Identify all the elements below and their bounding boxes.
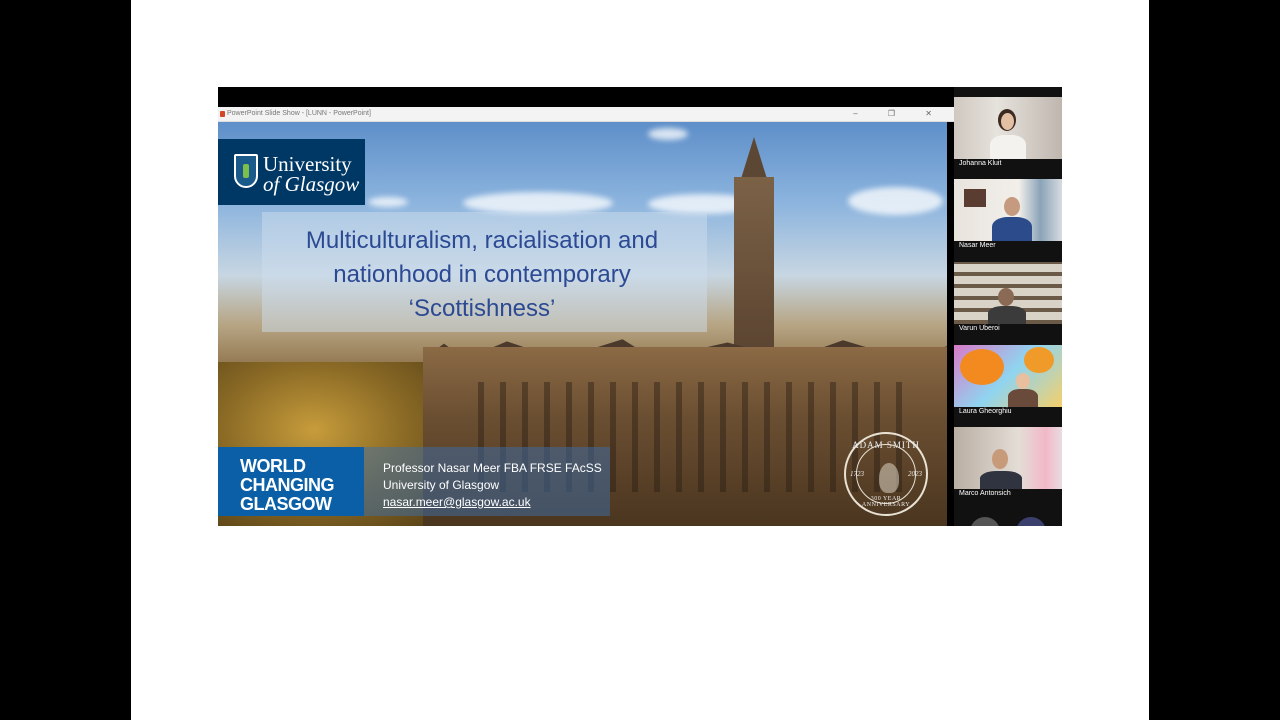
participant-name: Varun Uberoi xyxy=(959,325,1000,332)
banner-text: WORLD CHANGING GLASGOW xyxy=(240,457,360,514)
participant-video xyxy=(954,345,1062,407)
banner-line3: GLASGOW xyxy=(240,494,332,514)
participant-tile[interactable]: Marco Antonsich xyxy=(954,427,1062,509)
speaker-name: Professor Nasar Meer FBA FRSE FAcSS xyxy=(383,461,602,475)
balloon-decoration xyxy=(960,349,1004,385)
cloud xyxy=(848,187,943,215)
portrait-icon xyxy=(879,463,899,493)
seal-bottom-text: 300 YEAR ANNIVERSARY xyxy=(861,496,911,508)
participant-video xyxy=(954,179,1062,241)
wall-picture xyxy=(964,189,986,207)
seal-year-right: 2023 xyxy=(908,470,922,478)
participant-tile[interactable]: Varun Uberoi xyxy=(954,262,1062,344)
gallery-scroll-control[interactable] xyxy=(970,517,1000,526)
person-body xyxy=(1008,389,1038,407)
person-face xyxy=(1004,197,1020,216)
person-body xyxy=(992,217,1032,241)
person-body xyxy=(988,306,1026,324)
balloon-decoration xyxy=(1024,347,1054,373)
person-face xyxy=(1016,373,1030,389)
participant-video xyxy=(954,97,1062,159)
participant-name: Marco Antonsich xyxy=(959,490,1011,497)
participant-gallery: Johanna Kluit Nasar Meer Varun Uberoi La… xyxy=(954,87,1062,526)
screen-share: PowerPoint Slide Show - [LUNN - PowerPoi… xyxy=(218,87,1062,526)
person-face xyxy=(1001,113,1014,130)
window-controls[interactable]: ‒ ❐ ✕ xyxy=(853,107,946,121)
title-line1: Multiculturalism, racialisation and xyxy=(305,227,659,254)
title-line2: nationhood in contemporary xyxy=(333,261,631,288)
cloud xyxy=(463,192,613,214)
banner-line1: WORLD xyxy=(240,456,306,476)
participant-name: Johanna Kluit xyxy=(959,160,1002,167)
powerpoint-titlebar: PowerPoint Slide Show - [LUNN - PowerPoi… xyxy=(218,107,954,122)
title-line3: ‘Scottishness’ xyxy=(408,295,556,322)
tower-spire xyxy=(740,137,768,182)
person-face xyxy=(998,288,1014,306)
participant-tile[interactable]: Laura Gheorghiu xyxy=(954,345,1062,427)
window-title: PowerPoint Slide Show - [LUNN - PowerPoi… xyxy=(227,110,371,117)
seal-inner-ring xyxy=(856,444,916,504)
presentation-slide: University of Glasgow Multiculturalism, … xyxy=(218,122,947,526)
participant-video xyxy=(954,427,1062,489)
participant-tile[interactable]: Johanna Kluit xyxy=(954,97,1062,179)
slide-title: Multiculturalism, racialisation and nati… xyxy=(262,224,702,326)
adam-smith-seal: ADAM SMITH 1723 2023 300 YEAR ANNIVERSAR… xyxy=(844,432,928,516)
person-body xyxy=(980,471,1022,489)
participant-video xyxy=(954,262,1062,324)
person-body xyxy=(990,135,1026,159)
logo-text-line2: of Glasgow xyxy=(263,172,360,196)
seal-year-left: 1723 xyxy=(850,470,864,478)
university-tower xyxy=(734,177,774,357)
crest-icon xyxy=(234,154,258,188)
cloud xyxy=(648,128,688,140)
banner-line2: CHANGING xyxy=(240,475,335,495)
participant-name: Nasar Meer xyxy=(959,242,996,249)
gallery-scroll-control[interactable] xyxy=(1016,517,1046,526)
participant-tile[interactable]: Nasar Meer xyxy=(954,179,1062,261)
powerpoint-icon xyxy=(220,111,225,117)
cloud xyxy=(368,197,408,207)
speaker-affiliation: University of Glasgow xyxy=(383,478,500,492)
university-logo: University of Glasgow xyxy=(218,139,365,205)
speaker-email-link[interactable]: nasar.meer@glasgow.ac.uk xyxy=(383,495,531,509)
participant-name: Laura Gheorghiu xyxy=(959,408,1012,415)
person-face xyxy=(992,449,1008,469)
